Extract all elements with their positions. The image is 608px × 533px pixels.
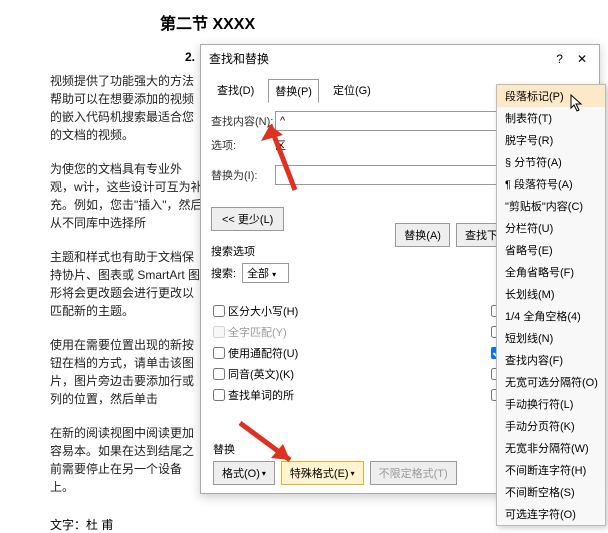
chevron-down-icon: ▾: [272, 270, 276, 279]
menu-item-quarter-em[interactable]: 1/4 全角空格(4): [497, 305, 605, 327]
menu-item-em-dash[interactable]: 长划线(M): [497, 283, 605, 305]
menu-item-ellipsis[interactable]: 省略号(E): [497, 239, 605, 261]
menu-item-clipboard[interactable]: "剪贴板"内容(C): [497, 195, 605, 217]
annotation-arrow-bottom: [235, 418, 315, 468]
doc-paragraph: 主题和样式也有助于文档保持协片、图表或 SmartArt 图形将会更改题会进行更…: [50, 248, 205, 320]
dialog-title-text: 查找和替换: [209, 45, 269, 73]
wildcard-checkbox[interactable]: 使用通配符(U): [213, 345, 298, 361]
chevron-down-icon: ▾: [262, 469, 266, 478]
menu-item-full-ellipsis[interactable]: 全角省略号(F): [497, 261, 605, 283]
left-checkbox-column: 区分大小写(H) 全字匹配(Y) 使用通配符(U) 同音(英文)(K) 查找单词…: [213, 303, 298, 403]
search-direction-label: 搜索:: [211, 265, 236, 281]
menu-item-tab[interactable]: 制表符(T): [497, 107, 605, 129]
menu-item-section-break[interactable]: § 分节符(A): [497, 151, 605, 173]
tab-goto[interactable]: 定位(G): [327, 79, 377, 103]
word-forms-checkbox[interactable]: 查找单词的所: [213, 387, 298, 403]
doc-paragraph: 在新的阅读视图中阅读更加容易本。如果在达到结尾之前需要停止在另一个设备上。: [50, 424, 205, 496]
tab-find[interactable]: 查找(D): [211, 79, 260, 103]
doc-section-title: 第二节 XXXX: [160, 10, 608, 34]
menu-item-column-break[interactable]: 分栏符(U): [497, 217, 605, 239]
menu-item-caret[interactable]: 脱字号(R): [497, 129, 605, 151]
dialog-titlebar: 查找和替换 ? ✕: [201, 45, 599, 73]
menu-item-find-what[interactable]: 查找内容(F): [497, 349, 605, 371]
replace-all-button[interactable]: 替换(A): [395, 223, 450, 247]
doc-paragraph: 使用在需要位置出现的新按钮在档的方式，请单击该图片，图片旁边击要添加行或列的位置…: [50, 336, 205, 408]
mouse-cursor-icon: [570, 94, 584, 115]
menu-item-nonbreak-hyphen[interactable]: 不间断连字符(H): [497, 459, 605, 481]
menu-item-manual-line-break[interactable]: 手动换行符(L): [497, 393, 605, 415]
menu-item-paragraph-symbol[interactable]: ¶ 段落符号(A): [497, 173, 605, 195]
special-format-dropdown: 段落标记(P) 制表符(T) 脱字号(R) § 分节符(A) ¶ 段落符号(A)…: [496, 84, 606, 526]
search-direction-select[interactable]: 全部 ▾: [242, 263, 289, 283]
annotation-arrow-top: [255, 105, 315, 195]
match-case-checkbox[interactable]: 区分大小写(H): [213, 303, 298, 319]
menu-item-nowidth-nonbreak[interactable]: 无宽非分隔符(W): [497, 437, 605, 459]
help-icon[interactable]: ?: [556, 45, 563, 73]
sounds-like-checkbox[interactable]: 同音(英文)(K): [213, 366, 298, 382]
less-options-button[interactable]: << 更少(L): [211, 207, 284, 231]
doc-paragraph: 为使您的文档具有专业外观，w计，这些设计可互为补充。例如，您击"插入"，然后从不…: [50, 160, 205, 232]
chevron-down-icon: ▾: [351, 469, 355, 478]
menu-item-nowidth-optional[interactable]: 无宽可选分隔符(O): [497, 371, 605, 393]
menu-item-manual-page-break[interactable]: 手动分页符(K): [497, 415, 605, 437]
no-format-button[interactable]: 不限定格式(T): [370, 461, 457, 485]
doc-paragraph: 视频提供了功能强大的方法帮助可以在想要添加的视频的嵌入代码机搜索最适合您的文档的…: [50, 72, 205, 144]
menu-item-en-dash[interactable]: 短划线(N): [497, 327, 605, 349]
menu-item-paragraph-mark[interactable]: 段落标记(P): [497, 85, 605, 107]
tab-replace[interactable]: 替换(P): [268, 79, 319, 103]
menu-item-optional-hyphen[interactable]: 可选连字符(O): [497, 503, 605, 525]
close-icon[interactable]: ✕: [577, 45, 587, 73]
whole-word-checkbox[interactable]: 全字匹配(Y): [213, 324, 298, 340]
